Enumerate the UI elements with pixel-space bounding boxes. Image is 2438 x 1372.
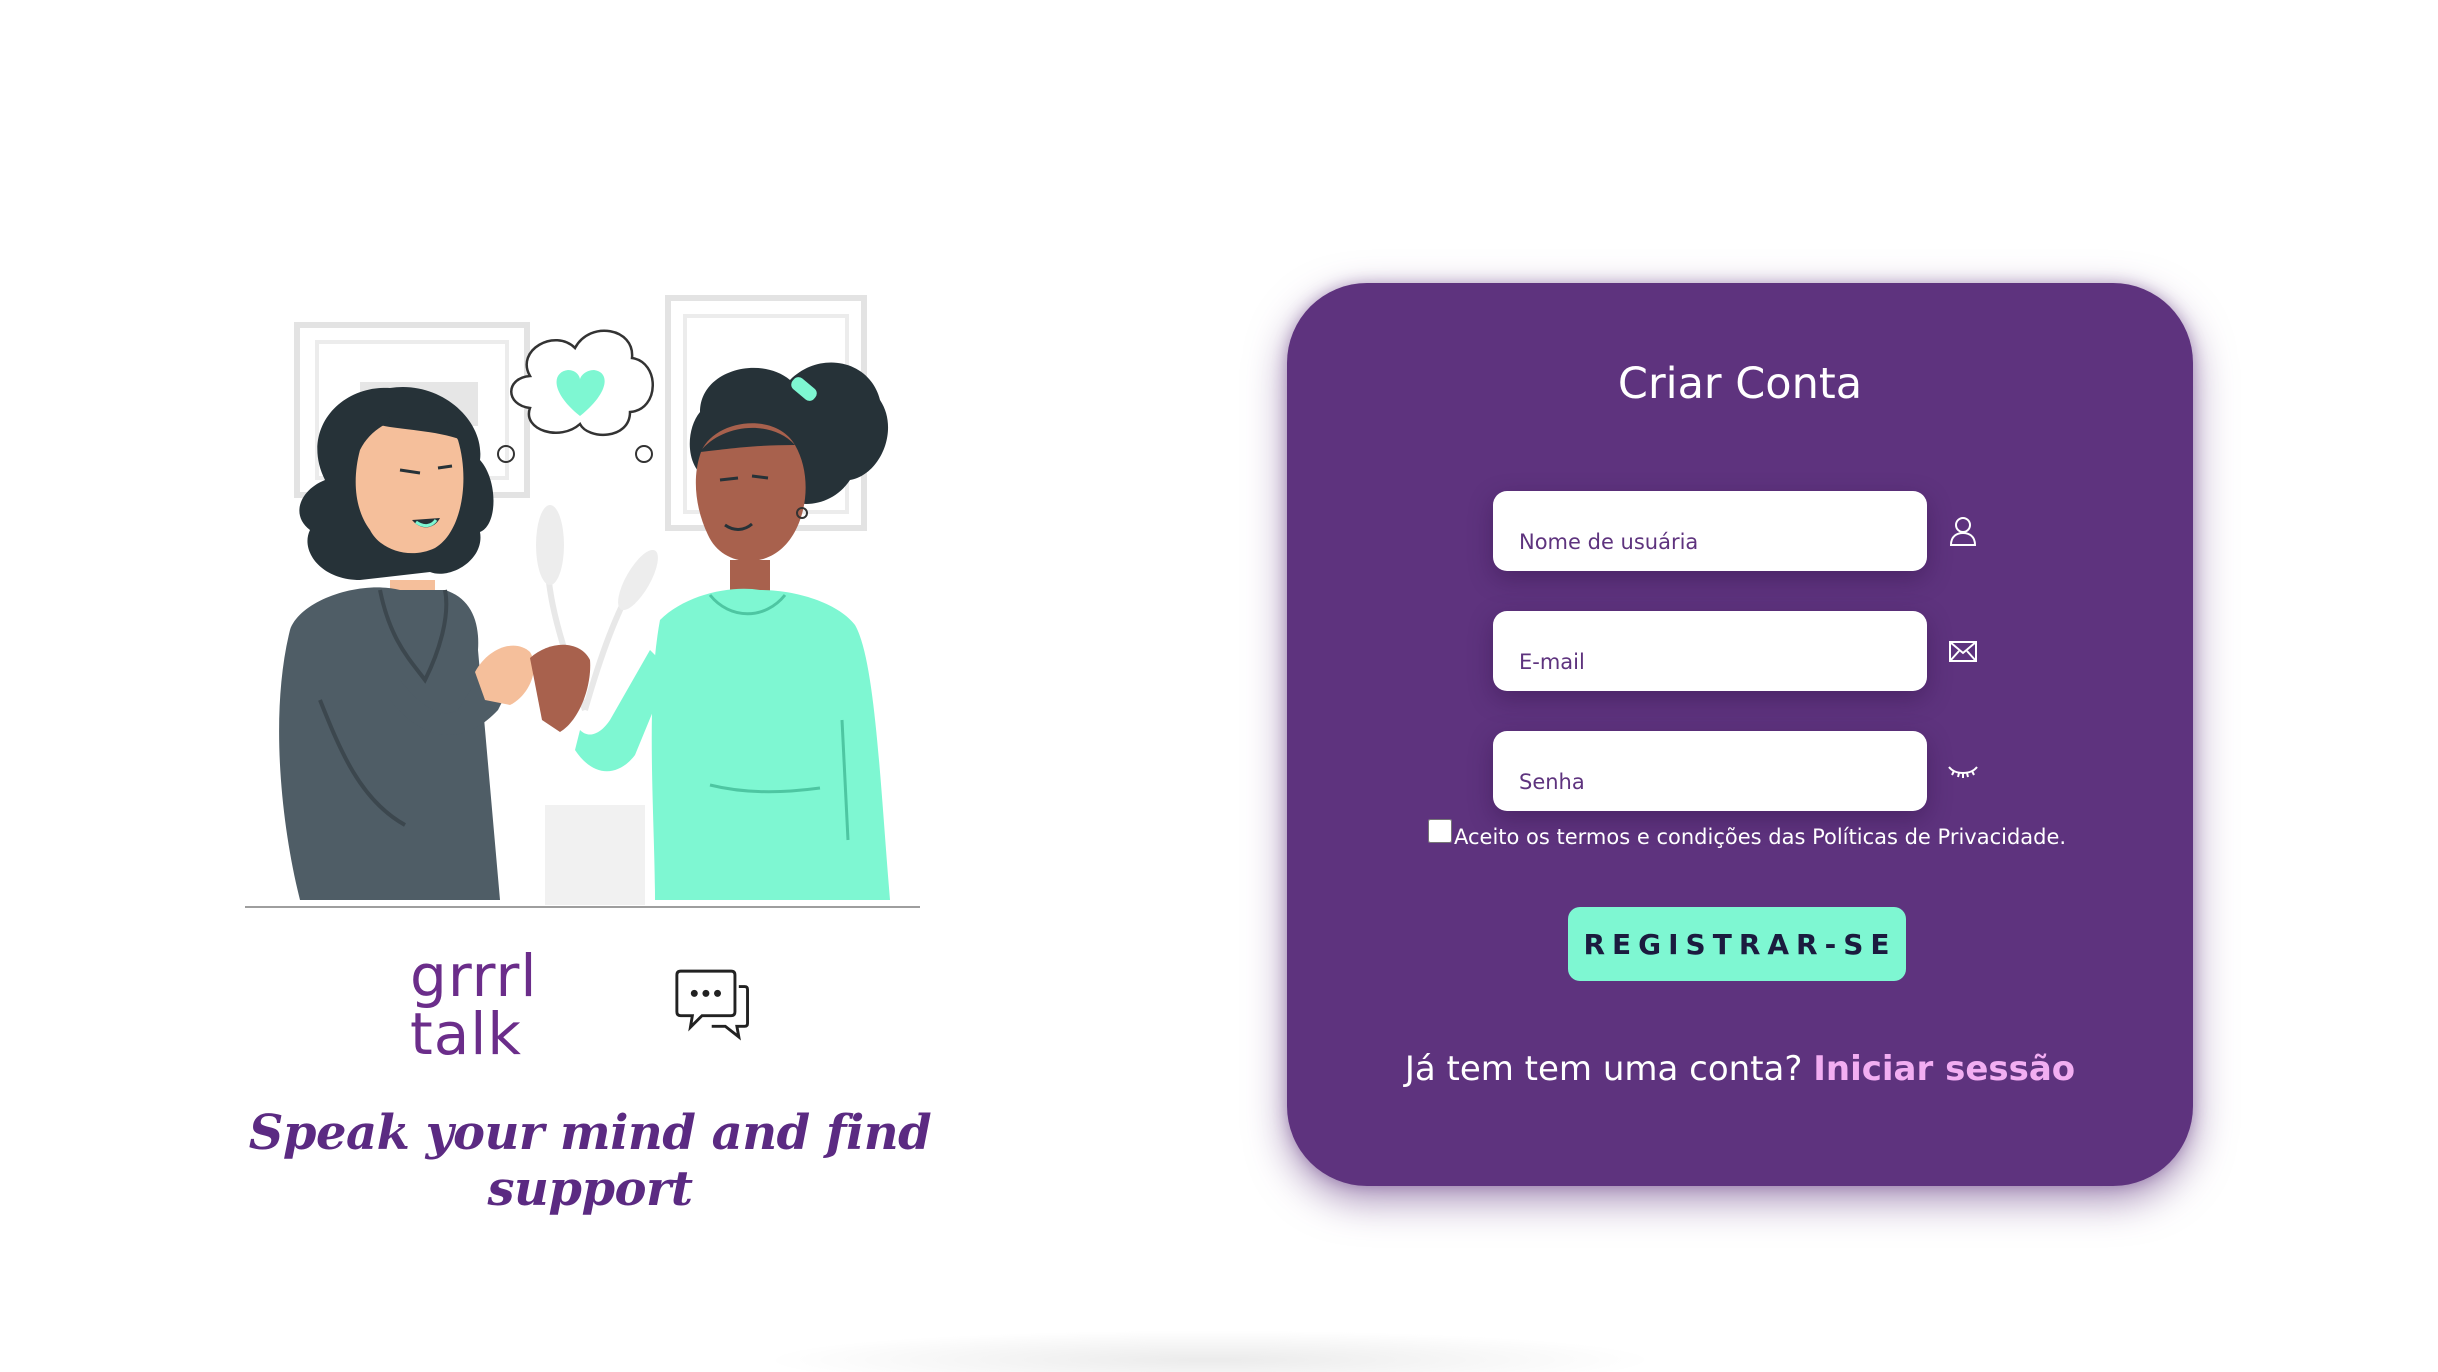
password-row: [1493, 731, 2003, 811]
chat-bubbles-icon: [674, 969, 749, 1041]
tagline: Speak your mind and find support: [248, 1105, 932, 1217]
friends-pinky-promise-illustration: [245, 295, 920, 908]
login-prompt-line: Já tem tem uma conta? Iniciar sessão: [1287, 1049, 2193, 1089]
terms-label: Aceito os termos e condições das Polític…: [1454, 825, 2067, 849]
username-input[interactable]: [1493, 491, 1927, 571]
signup-page: grrrl talk Speak your mind and find supp…: [0, 0, 2438, 1372]
email-row: [1493, 611, 2003, 691]
register-button[interactable]: REGISTRAR-SE: [1568, 907, 1906, 981]
email-input[interactable]: [1493, 611, 1927, 691]
login-link[interactable]: Iniciar sessão: [1813, 1049, 2075, 1089]
brand-logo: grrrl talk: [410, 947, 750, 1063]
brand-name: grrrl talk: [410, 942, 538, 1068]
terms-row[interactable]: Aceito os termos e condições das Polític…: [1428, 819, 2067, 849]
password-input[interactable]: [1493, 731, 1927, 811]
login-prompt: Já tem tem uma conta?: [1404, 1049, 1814, 1089]
username-row: [1493, 491, 2003, 571]
user-icon: [1949, 517, 1977, 546]
terms-checkbox[interactable]: [1428, 819, 1452, 843]
eye-closed-icon[interactable]: [1945, 753, 1981, 789]
envelope-icon: [1949, 641, 1977, 662]
signup-card: Criar Conta Aceito os termos e: [1287, 283, 2193, 1186]
bottom-shadow: [760, 1330, 1660, 1372]
signup-title: Criar Conta: [1617, 359, 1863, 409]
